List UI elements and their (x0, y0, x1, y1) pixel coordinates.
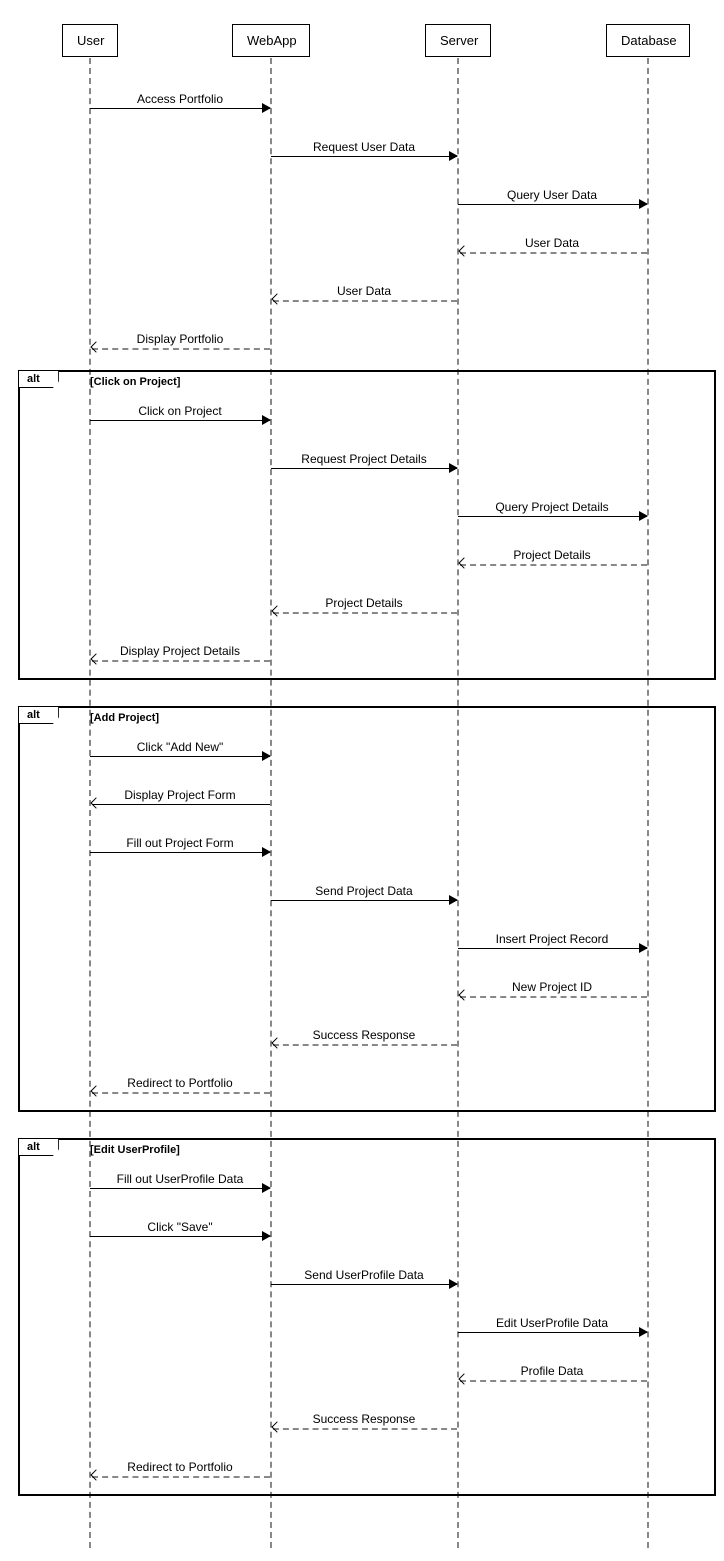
alt-label-2: alt (27, 709, 40, 721)
msg-send-project-data (271, 900, 457, 901)
actor-server-label: Server (440, 33, 478, 48)
msg-redirect-portfolio-1-label: Redirect to Portfolio (123, 1076, 236, 1090)
msg-success-response-2-label: Success Response (309, 1412, 420, 1426)
alt-cond-2: [Add Project] (90, 712, 159, 724)
msg-access-portfolio (90, 108, 270, 109)
arrow-icon (639, 1327, 648, 1337)
msg-user-data-2-label: User Data (333, 284, 395, 298)
arrow-icon (271, 293, 282, 304)
msg-click-add-new-label: Click "Add New" (133, 740, 228, 754)
actor-webapp: WebApp (232, 24, 310, 57)
alt-label-3: alt (27, 1141, 40, 1153)
msg-fill-userprofile-label: Fill out UserProfile Data (113, 1172, 248, 1186)
msg-display-project-details-label: Display Project Details (116, 644, 244, 658)
msg-new-project-id (460, 996, 647, 998)
arrow-icon (639, 943, 648, 953)
arrow-icon (262, 1231, 271, 1241)
msg-project-details-2 (273, 612, 457, 614)
msg-success-response-2 (273, 1428, 457, 1430)
msg-click-save (90, 1236, 270, 1237)
arrow-icon (262, 1183, 271, 1193)
msg-display-project-form (92, 804, 270, 805)
alt-cond-1: [Click on Project] (90, 376, 180, 388)
msg-fill-project-form-label: Fill out Project Form (122, 836, 237, 850)
arrow-icon (449, 1279, 458, 1289)
msg-send-project-data-label: Send Project Data (311, 884, 416, 898)
msg-access-portfolio-label: Access Portfolio (133, 92, 227, 106)
actor-database-label: Database (621, 33, 677, 48)
arrow-icon (449, 463, 458, 473)
actor-user: User (62, 24, 118, 57)
msg-request-project-details (271, 468, 457, 469)
msg-project-details-1 (460, 564, 647, 566)
msg-user-data-1 (460, 252, 647, 254)
msg-display-portfolio (92, 348, 270, 350)
msg-edit-userprofile-label: Edit UserProfile Data (492, 1316, 612, 1330)
msg-redirect-portfolio-1 (92, 1092, 270, 1094)
arrow-icon (262, 103, 271, 113)
msg-click-add-new (90, 756, 270, 757)
alt-cond-3: [Edit UserProfile] (90, 1144, 180, 1156)
msg-send-userprofile (271, 1284, 457, 1285)
actor-server: Server (425, 24, 491, 57)
msg-redirect-portfolio-2 (92, 1476, 270, 1478)
actor-user-label: User (77, 33, 104, 48)
msg-profile-data (460, 1380, 647, 1382)
msg-click-project-label: Click on Project (134, 404, 225, 418)
arrow-icon (458, 245, 469, 256)
alt-label: alt (27, 373, 40, 385)
msg-success-response-1 (273, 1044, 457, 1046)
msg-user-data-2 (273, 300, 457, 302)
msg-edit-userprofile (458, 1332, 647, 1333)
msg-display-project-details (92, 660, 270, 662)
arrow-icon (639, 511, 648, 521)
alt-tab: alt (19, 371, 59, 388)
arrow-icon (262, 415, 271, 425)
msg-query-project-details (458, 516, 647, 517)
msg-success-response-1-label: Success Response (309, 1028, 420, 1042)
actor-database: Database (606, 24, 690, 57)
msg-redirect-portfolio-2-label: Redirect to Portfolio (123, 1460, 236, 1474)
alt-add-project: alt [Add Project] (18, 706, 716, 1112)
msg-profile-data-label: Profile Data (517, 1364, 588, 1378)
msg-query-user-data-label: Query User Data (503, 188, 601, 202)
msg-request-user-data (271, 156, 457, 157)
msg-query-project-details-label: Query Project Details (491, 500, 612, 514)
msg-fill-userprofile (90, 1188, 270, 1189)
arrow-icon (639, 199, 648, 209)
actor-webapp-label: WebApp (247, 33, 297, 48)
msg-click-project (90, 420, 270, 421)
alt-click-project: alt [Click on Project] (18, 370, 716, 680)
msg-project-details-2-label: Project Details (321, 596, 406, 610)
msg-user-data-1-label: User Data (521, 236, 583, 250)
msg-send-userprofile-label: Send UserProfile Data (300, 1268, 427, 1282)
alt-tab: alt (19, 707, 59, 724)
msg-display-project-form-label: Display Project Form (120, 788, 239, 802)
alt-tab: alt (19, 1139, 59, 1156)
msg-fill-project-form (90, 852, 270, 853)
msg-insert-project-record-label: Insert Project Record (492, 932, 613, 946)
arrow-icon (262, 751, 271, 761)
arrow-icon (262, 847, 271, 857)
arrow-icon (90, 341, 101, 352)
msg-project-details-1-label: Project Details (509, 548, 594, 562)
msg-display-portfolio-label: Display Portfolio (133, 332, 228, 346)
msg-request-user-data-label: Request User Data (309, 140, 419, 154)
arrow-icon (449, 151, 458, 161)
msg-request-project-details-label: Request Project Details (297, 452, 430, 466)
msg-click-save-label: Click "Save" (143, 1220, 216, 1234)
msg-new-project-id-label: New Project ID (508, 980, 596, 994)
msg-query-user-data (458, 204, 647, 205)
arrow-icon (449, 895, 458, 905)
msg-insert-project-record (458, 948, 647, 949)
